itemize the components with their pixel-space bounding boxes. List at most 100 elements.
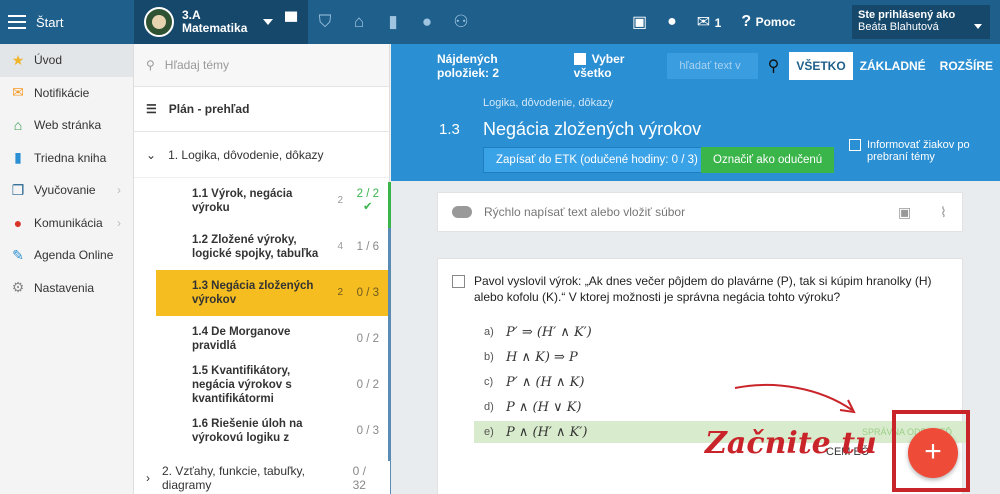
answer-formula: P′ ⇒ (H′ ∧ K′) bbox=[506, 324, 592, 340]
chapter-1[interactable]: ⌄ 1. Logika, dôvodenie, dôkazy bbox=[134, 132, 389, 178]
answer-letter: c) bbox=[484, 376, 494, 388]
select-all-toggle[interactable]: Vyber všetko bbox=[573, 52, 658, 80]
bubble-icon: ● bbox=[13, 214, 23, 231]
answer-letter: e) bbox=[484, 426, 494, 438]
plan-label: Plán - prehľad bbox=[168, 102, 250, 116]
class-selector[interactable]: 3.A Matematika bbox=[134, 0, 274, 44]
hamburger-icon bbox=[8, 15, 26, 29]
start-label: Štart bbox=[36, 14, 64, 30]
question-checkbox[interactable] bbox=[452, 275, 465, 288]
answer-c: c) P′ ∧ (H ∧ K) bbox=[474, 371, 966, 393]
sidebar-item-vyucovanie[interactable]: ❐ Vyučovanie › bbox=[0, 174, 133, 207]
sidebar-item-agenda[interactable]: ✎ Agenda Online bbox=[0, 239, 133, 272]
people-icon[interactable]: ⚇ bbox=[444, 0, 478, 44]
answer-letter: a) bbox=[484, 326, 494, 338]
subtopic-title: 1.4 De Morganove pravidlá bbox=[192, 326, 291, 352]
subtopic-1-2[interactable]: 1.2 Zložené výroky, logické spojky, tabu… bbox=[156, 224, 389, 270]
subtopic-title: 1.6 Riešenie úloh na výrokovú logiku z bbox=[192, 418, 303, 444]
question-card: Pavol vyslovil výrok: „Ak dnes večer pôj… bbox=[437, 258, 966, 494]
chevron-right-icon: › bbox=[117, 183, 121, 198]
paperclip-icon[interactable]: ⌇ bbox=[940, 204, 947, 221]
subtopic-count: 2 bbox=[337, 287, 343, 298]
sidebar-item-label: Notifikácie bbox=[34, 85, 90, 100]
sidebar-item-label: Komunikácia bbox=[34, 215, 103, 230]
tab-rozsirene[interactable]: ROZŠÍRE bbox=[933, 59, 1000, 73]
topic-tree: ⚲ Hľadaj témy ☰ Plán - prehľad ⌄ 1. Logi… bbox=[134, 44, 391, 494]
write-etk-button[interactable]: Zapísať do ETK (odučené hodiny: 0 / 3) bbox=[483, 147, 711, 173]
badge-icon[interactable]: ● bbox=[410, 0, 444, 44]
text-search-input[interactable]: hľadať text v bbox=[667, 52, 758, 79]
list-icon: ☰ bbox=[146, 102, 157, 116]
class-subject: Matematika bbox=[182, 21, 248, 35]
inform-label: Informovať žiakov po prebraní témy bbox=[867, 139, 970, 163]
quick-post-input[interactable]: Rýchlo napísať text alebo vložiť súbor ▣… bbox=[437, 192, 963, 232]
bank-icon[interactable]: ⌂ bbox=[342, 0, 376, 44]
subtopic-1-1[interactable]: 1.1 Výrok, negácia výroku 2 2 / 2 ✔ bbox=[156, 178, 389, 224]
topic-search[interactable]: ⚲ Hľadaj témy bbox=[134, 44, 389, 87]
shield-icon[interactable]: ⛉ bbox=[308, 0, 342, 44]
subtopic-1-6[interactable]: 1.6 Riešenie úloh na výrokovú logiku z 0… bbox=[156, 408, 389, 454]
sidebar-item-notifikacie[interactable]: ✉ Notifikácie bbox=[0, 77, 133, 110]
chevron-right-icon: › bbox=[117, 215, 121, 230]
mail-count: 1 bbox=[714, 16, 722, 30]
search-icon: ⚲ bbox=[146, 58, 155, 72]
image-icon[interactable]: ▣ bbox=[898, 204, 911, 221]
user-label: Ste prihlásený ako bbox=[858, 9, 956, 21]
chevron-down-icon: ⌄ bbox=[146, 147, 157, 162]
filter-tabs: VŠETKO ZÁKLADNÉ ROZŠÍRE bbox=[789, 44, 1000, 87]
subtopic-title: 1.1 Výrok, negácia výroku bbox=[192, 188, 293, 214]
search-icon[interactable]: ⚲ bbox=[768, 56, 780, 76]
house-icon: ⌂ bbox=[13, 117, 23, 134]
help-label: Pomoc bbox=[755, 15, 796, 29]
book-icon: ▮ bbox=[14, 149, 22, 166]
topic-header: Logika, dôvodenie, dôkazy 1.3 Negácia zl… bbox=[391, 87, 1000, 181]
chapter-2[interactable]: › 2. Vzťahy, funkcie, tabuľky, diagramy … bbox=[134, 461, 390, 494]
subtopic-progress: 2 / 2 ✔ bbox=[356, 188, 379, 213]
presentation-icon[interactable]: ▣ bbox=[632, 12, 647, 32]
subtopic-progress: 0 / 2 bbox=[356, 379, 379, 391]
subtopic-1-5[interactable]: 1.5 Kvantifikátory, negácia výrokov s kv… bbox=[156, 362, 389, 408]
tab-vsetko[interactable]: VŠETKO bbox=[789, 51, 853, 80]
chat-icon[interactable]: ● bbox=[667, 13, 677, 31]
sidebar-item-komunikacia[interactable]: ● Komunikácia › bbox=[0, 207, 133, 240]
topic-number: 1.3 bbox=[439, 121, 460, 138]
bar-chart-icon[interactable]: ▮ bbox=[376, 0, 410, 44]
sidebar-item-triedna-kniha[interactable]: ▮ Triedna kniha bbox=[0, 142, 133, 175]
user-menu[interactable]: Ste prihlásený ako Beáta Blahutová bbox=[852, 5, 990, 39]
class-avatar bbox=[144, 7, 174, 37]
chevron-down-icon bbox=[263, 19, 274, 25]
mail-notif[interactable]: ✉ 1 bbox=[697, 12, 722, 32]
checkbox[interactable] bbox=[849, 139, 861, 151]
mark-taught-button[interactable]: Označiť ako odučenú bbox=[701, 147, 835, 173]
inform-students-toggle[interactable]: Informovať žiakov po prebraní témy bbox=[849, 139, 989, 163]
sidebar-item-nastavenia[interactable]: ⚙ Nastavenia bbox=[0, 272, 133, 305]
tab-zakladne[interactable]: ZÁKLADNÉ bbox=[853, 59, 933, 73]
plan-overview[interactable]: ☰ Plán - prehľad bbox=[134, 87, 389, 132]
checkbox[interactable] bbox=[573, 53, 586, 66]
briefcase-icon[interactable]: ▀ bbox=[274, 0, 308, 44]
chapter-progress: 0 / 32 bbox=[352, 463, 366, 492]
subtopic-count: 2 bbox=[337, 195, 343, 206]
sidebar-item-label: Agenda Online bbox=[34, 248, 114, 263]
sidebar: ★ Úvod ✉ Notifikácie ⌂ Web stránka ▮ Triedna… bbox=[0, 44, 134, 494]
page-title: Negácia zložených výrokov bbox=[483, 119, 702, 139]
sidebar-item-uvod[interactable]: ★ Úvod bbox=[0, 44, 133, 77]
star-icon: ★ bbox=[11, 51, 25, 68]
chevron-right-icon: › bbox=[146, 470, 150, 485]
subtopic-1-3[interactable]: 1.3 Negácia zložených výrokov 2 0 / 3 bbox=[156, 270, 389, 316]
check-icon: ✔ bbox=[362, 201, 373, 213]
chapter-title: 1. Logika, dôvodenie, dôkazy bbox=[168, 147, 324, 162]
subtopic-1-4[interactable]: 1.4 De Morganove pravidlá 0 / 2 bbox=[156, 316, 389, 362]
answer-formula: P ∧ (H ∨ K) bbox=[506, 399, 582, 415]
user-name: Beáta Blahutová bbox=[858, 21, 939, 33]
add-button[interactable]: + bbox=[908, 428, 958, 478]
start-menu-button[interactable]: Štart bbox=[0, 0, 134, 44]
envelope-icon: ✉ bbox=[12, 84, 24, 101]
sidebar-item-web[interactable]: ⌂ Web stránka bbox=[0, 109, 133, 142]
help-button[interactable]: ? Pomoc bbox=[741, 13, 795, 31]
sidebar-item-label: Web stránka bbox=[34, 118, 102, 133]
answer-formula: P′ ∧ (H ∧ K) bbox=[506, 374, 585, 390]
open-book-icon: ❐ bbox=[11, 181, 25, 198]
sidebar-item-label: Nastavenia bbox=[34, 280, 95, 295]
sidebar-item-label: Triedna kniha bbox=[34, 150, 107, 165]
